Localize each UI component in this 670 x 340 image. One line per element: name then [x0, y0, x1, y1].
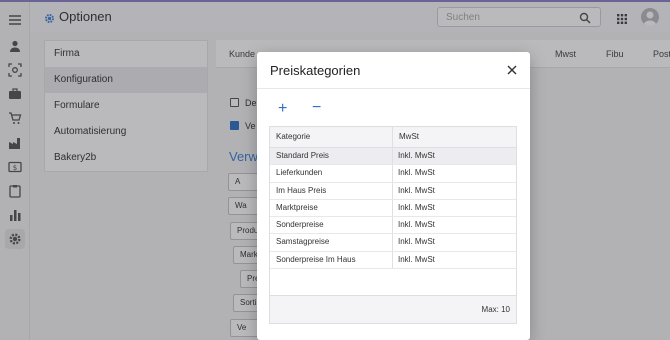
column-header-kategorie[interactable]: Kategorie — [270, 127, 393, 147]
table-row[interactable]: Sonderpreise Inkl. MwSt — [270, 217, 516, 235]
table-row[interactable]: Im Haus Preis Inkl. MwSt — [270, 182, 516, 200]
table-row[interactable]: Samstagpreise Inkl. MwSt — [270, 234, 516, 252]
close-icon[interactable] — [506, 63, 518, 75]
column-header-mwst[interactable]: MwSt — [393, 127, 516, 147]
table-row[interactable]: Marktpreise Inkl. MwSt — [270, 199, 516, 218]
cell-kategorie: Standard Preis — [270, 148, 393, 165]
cell-kategorie: Marktpreise — [270, 199, 393, 217]
cell-kategorie: Sonderpreise — [270, 217, 393, 234]
dialog-title: Preiskategorien — [270, 63, 361, 78]
table-header: Kategorie MwSt — [270, 127, 516, 148]
table-row[interactable]: Sonderpreise Im Haus Inkl. MwSt — [270, 251, 516, 270]
add-button[interactable]: + — [278, 100, 287, 118]
cell-kategorie: Im Haus Preis — [270, 182, 393, 199]
price-category-table: Kategorie MwSt Standard Preis Inkl. MwSt… — [269, 126, 517, 324]
cell-kategorie: Sonderpreise Im Haus — [270, 251, 393, 269]
cell-mwst: Inkl. MwSt — [398, 237, 435, 247]
cell-mwst: Inkl. MwSt — [398, 220, 435, 230]
table-row[interactable]: Lieferkunden Inkl. MwSt — [270, 165, 516, 183]
remove-button[interactable]: − — [312, 99, 321, 117]
dialog-divider — [257, 88, 530, 89]
cell-mwst: Inkl. MwSt — [398, 151, 435, 160]
cell-kategorie: Lieferkunden — [270, 165, 393, 182]
cell-mwst: Inkl. MwSt — [398, 254, 435, 264]
cell-mwst: Inkl. MwSt — [398, 185, 435, 195]
cell-mwst: Inkl. MwSt — [398, 168, 435, 178]
preiskategorien-dialog: Preiskategorien + − Kategorie MwSt Stand… — [257, 52, 530, 340]
cell-mwst: Inkl. MwSt — [398, 202, 435, 212]
table-row[interactable]: Standard Preis Inkl. MwSt — [270, 148, 516, 166]
max-count-label: Max: 10 — [481, 305, 510, 314]
cell-kategorie: Samstagpreise — [270, 234, 393, 251]
table-footer: Max: 10 — [270, 295, 516, 323]
